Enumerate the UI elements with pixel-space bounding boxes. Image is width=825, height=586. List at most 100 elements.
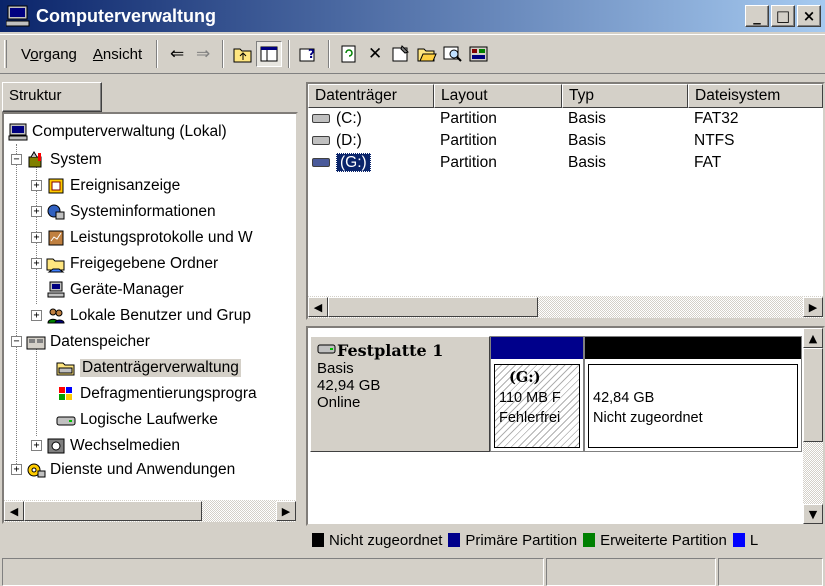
partition-unallocated[interactable]: 42,84 GB Nicht zugeordnet (584, 336, 802, 452)
tree-item-label: Logische Laufwerke (80, 411, 218, 428)
volume-type: Basis (568, 132, 606, 149)
tree-item-label: Wechselmedien (70, 437, 180, 454)
scroll-thumb[interactable] (24, 501, 202, 521)
tree-item-geraete-manager[interactable]: Geräte-Manager (46, 278, 184, 302)
forward-arrow-icon[interactable]: ⇒ (190, 41, 216, 67)
tab-struktur[interactable]: Struktur (2, 82, 102, 112)
legend-swatch (312, 533, 324, 547)
table-row[interactable]: (G:) (312, 153, 371, 174)
tree-item-lokale-benutzer[interactable]: Lokale Benutzer und Grup (46, 304, 251, 328)
column-header-typ[interactable]: Typ (562, 84, 688, 108)
tools-icon (26, 151, 46, 169)
tree-horizontal-scrollbar[interactable]: ◀ ▶ (4, 500, 296, 522)
services-icon (26, 461, 46, 479)
column-header-layout[interactable]: Layout (434, 84, 562, 108)
tree-item-systeminformationen[interactable]: Systeminformationen (46, 200, 216, 224)
partition-size: 42,84 GB (593, 390, 655, 406)
expand-toggle[interactable]: + (31, 258, 42, 269)
scroll-thumb[interactable] (803, 348, 823, 442)
maximize-button[interactable]: □ (771, 5, 795, 27)
toolbar-grip[interactable] (4, 40, 7, 68)
volume-type: Basis (568, 154, 606, 171)
refresh-icon[interactable] (336, 41, 362, 67)
toolbar-separator (156, 40, 159, 68)
tree-item-root[interactable]: Computerverwaltung (Lokal) (8, 120, 227, 144)
table-row[interactable]: (C:) (312, 110, 362, 130)
minimize-button[interactable]: _ (745, 5, 769, 27)
tree-item-label: Systeminformationen (70, 203, 216, 220)
expand-toggle[interactable]: + (31, 440, 42, 451)
tree-item-label: Ereignisanzeige (70, 177, 181, 194)
system-info-icon (46, 203, 66, 221)
title-bar[interactable]: Computerverwaltung _ □ × (0, 0, 825, 32)
delete-icon[interactable]: ✕ (362, 41, 388, 67)
legend-label: Nicht zugeordnet (329, 531, 443, 549)
disk-vertical-scrollbar[interactable]: ▲ ▼ (803, 328, 823, 524)
menu-ansicht[interactable]: Ansicht (85, 46, 150, 63)
disk-icon[interactable] (466, 41, 492, 67)
toolbar-separator (222, 40, 225, 68)
close-button[interactable]: × (797, 5, 821, 27)
collapse-toggle[interactable]: − (11, 336, 22, 347)
status-cell (718, 558, 823, 586)
partition-unallocated-content: 42,84 GB Nicht zugeordnet (588, 364, 798, 448)
tree-item-defragmentierung[interactable]: Defragmentierungsprogra (56, 382, 257, 406)
partition-label: (G:) (509, 369, 541, 386)
tree-item-dienste[interactable]: Dienste und Anwendungen (26, 458, 235, 482)
legend-label: Primäre Partition (465, 531, 578, 549)
menu-vorgang-label-a: V (21, 45, 31, 63)
scroll-left-button[interactable]: ◀ (4, 501, 24, 521)
volume-fs: NTFS (694, 132, 735, 149)
scroll-up-button[interactable]: ▲ (803, 328, 823, 348)
scroll-down-button[interactable]: ▼ (803, 504, 823, 524)
tree-item-ereignisanzeige[interactable]: Ereignisanzeige (46, 174, 180, 198)
expand-toggle[interactable]: + (11, 464, 22, 475)
disk-type: Basis (317, 360, 354, 377)
list-horizontal-scrollbar[interactable]: ◀ ▶ (308, 296, 823, 318)
show-hide-tree-icon[interactable] (256, 41, 283, 67)
event-viewer-icon (46, 177, 66, 195)
menu-ansicht-accel: A (92, 45, 103, 63)
expand-toggle[interactable]: + (31, 310, 42, 321)
tree-item-leistungsprotokolle[interactable]: Leistungsprotokolle und W (46, 226, 253, 250)
scroll-thumb[interactable] (328, 297, 538, 317)
expand-toggle[interactable]: + (31, 206, 42, 217)
volume-fs: FAT32 (694, 110, 739, 127)
expand-toggle[interactable]: + (31, 180, 42, 191)
expand-toggle[interactable]: + (31, 232, 42, 243)
back-arrow-icon[interactable]: ⇐ (164, 41, 190, 67)
tree-item-freigegebene-ordner[interactable]: Freigegebene Ordner (46, 252, 218, 276)
tree-item-logische-laufwerke[interactable]: Logische Laufwerke (56, 408, 218, 432)
menu-vorgang-label-b: rgang (38, 45, 77, 63)
scroll-left-button[interactable]: ◀ (308, 297, 328, 317)
help-icon[interactable]: ? (296, 41, 322, 67)
tree-line (16, 144, 17, 470)
storage-icon (26, 333, 46, 351)
tree-item-label: Dienste und Anwendungen (50, 461, 236, 478)
scroll-right-button[interactable]: ▶ (803, 297, 823, 317)
up-folder-icon[interactable] (230, 41, 256, 67)
scroll-right-button[interactable]: ▶ (276, 501, 296, 521)
tree-item-datenspeicher[interactable]: Datenspeicher (26, 330, 150, 354)
legend-swatch (732, 533, 745, 547)
menu-vorgang[interactable]: Vorgang (13, 46, 85, 63)
volume-fs: FAT (694, 154, 722, 171)
column-header-datentraeger[interactable]: Datenträger (308, 84, 434, 108)
disk-info-panel[interactable]: Festplatte 1 Basis 42,94 GB Online (310, 336, 490, 452)
toolbar-separator (288, 40, 291, 68)
collapse-toggle[interactable]: − (11, 154, 22, 165)
tree-item-wechselmedien[interactable]: Wechselmedien (46, 434, 180, 458)
partition-g[interactable]: (G:) 110 MB F Fehlerfrei (490, 336, 584, 452)
search-icon[interactable] (440, 41, 466, 67)
properties-icon[interactable] (388, 41, 414, 67)
hard-disk-icon (317, 341, 337, 360)
open-icon[interactable] (414, 41, 440, 67)
legend-label: Erweiterte Partition (600, 531, 727, 549)
tree-item-system[interactable]: System (26, 148, 102, 172)
disk-status: Online (317, 394, 361, 411)
column-header-dateisystem[interactable]: Dateisystem (688, 84, 823, 108)
table-row[interactable]: (D:) (312, 132, 362, 152)
tree-item-datentraegerverwaltung[interactable]: Datenträgerverwaltung (56, 356, 241, 380)
computer-management-icon (5, 5, 30, 27)
partition-status: Fehlerfrei (499, 410, 561, 426)
